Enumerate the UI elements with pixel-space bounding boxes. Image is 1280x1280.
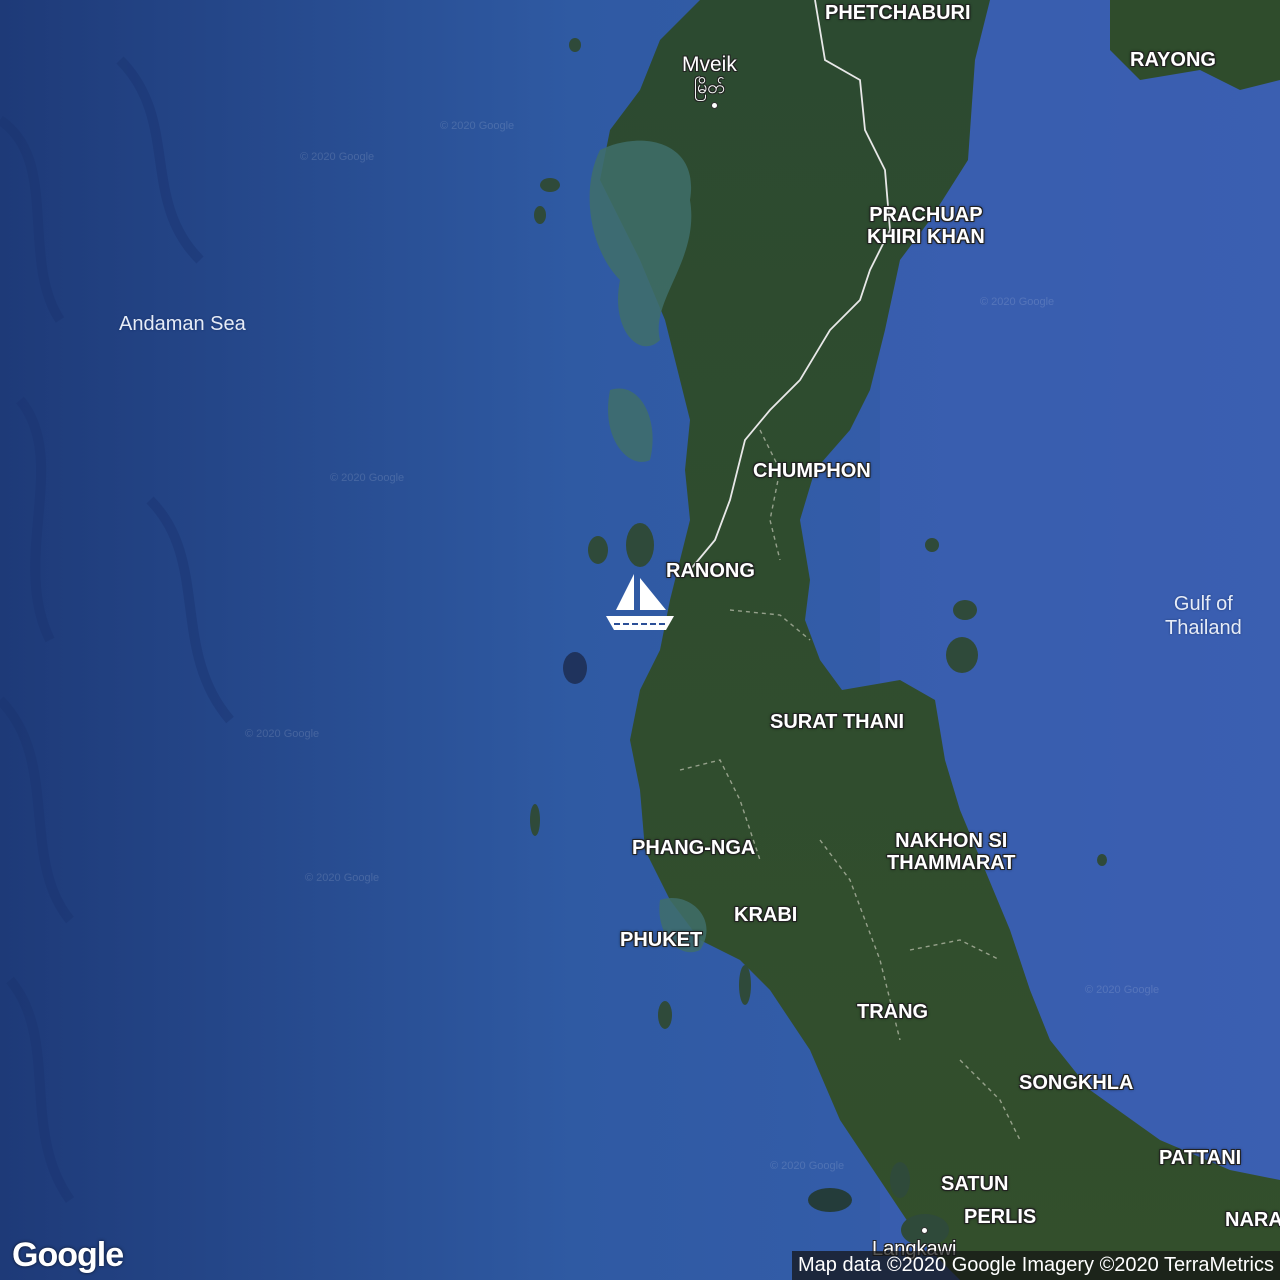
google-logo: Google — [12, 1236, 124, 1274]
svg-text:© 2020 Google: © 2020 Google — [300, 151, 374, 163]
watermark: © 2020 Google — [770, 1160, 845, 1172]
satellite-imagery: © 2020 Google — [0, 0, 1280, 1280]
place-dot-langkawi[interactable] — [921, 1227, 928, 1234]
watermark: © 2020 Google — [330, 472, 405, 484]
map-viewport[interactable]: © 2020 Google © 2020 Google © 2020 Googl… — [0, 0, 1280, 1280]
sailboat-sail-left — [616, 574, 634, 610]
watermark: © 2020 Google — [440, 120, 515, 132]
watermark: © 2020 Google — [245, 728, 320, 740]
watermark: © 2020 Google — [980, 296, 1055, 308]
city-dot-mveik[interactable] — [711, 102, 718, 109]
sailboat-icon[interactable] — [604, 572, 676, 638]
watermark: © 2020 Google — [1085, 984, 1160, 996]
sailboat-sail-right — [640, 578, 666, 610]
watermark: © 2020 Google — [305, 872, 380, 884]
map-attribution[interactable]: Map data ©2020 Google Imagery ©2020 Terr… — [791, 1251, 1280, 1280]
